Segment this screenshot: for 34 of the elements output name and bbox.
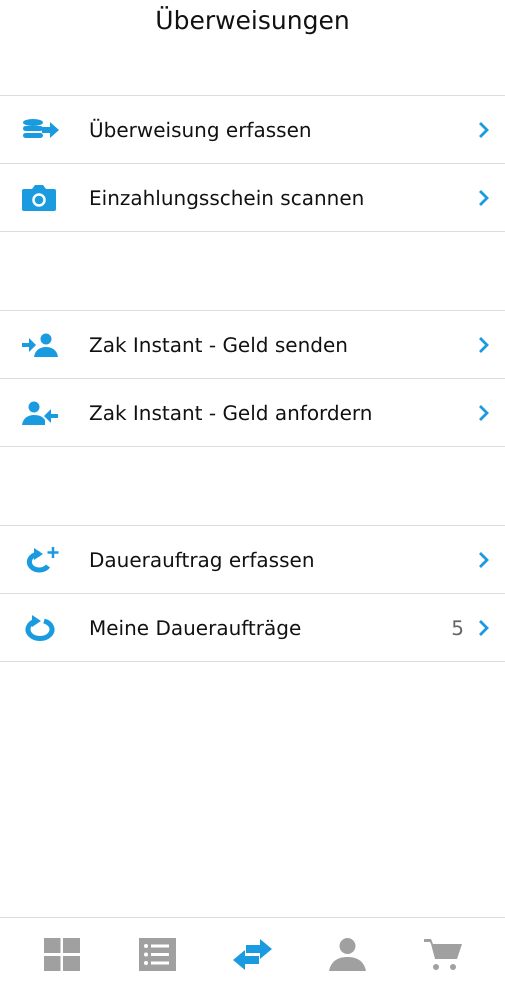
menu-item[interactable]: Dauerauftrag erfassen xyxy=(0,526,505,594)
count: 5 xyxy=(451,616,464,640)
person-arrow-icon xyxy=(22,400,58,424)
menu-item-label: Einzahlungsschein scannen xyxy=(89,186,366,210)
chevron-icon xyxy=(478,120,489,138)
chevron-icon xyxy=(478,188,489,206)
person-icon xyxy=(329,938,366,970)
menu-item-label: Überweisung erfassen xyxy=(89,118,313,142)
menu-item[interactable]: Überweisung erfassen xyxy=(0,96,505,164)
coins-arrow-icon xyxy=(22,118,60,140)
menu-item-label: Zak Instant - Geld senden xyxy=(89,332,349,356)
grid-icon xyxy=(44,938,80,970)
chevron-icon xyxy=(478,550,489,568)
menu-item-label: Meine Daueraufträge xyxy=(89,616,302,640)
chevron-icon xyxy=(478,336,489,354)
list-icon xyxy=(138,938,176,970)
tab[interactable] xyxy=(423,936,464,972)
chevron-icon xyxy=(478,404,489,422)
tab[interactable] xyxy=(137,936,178,972)
menu-item[interactable]: Meine Daueraufträge 5 xyxy=(0,594,505,662)
cart-icon xyxy=(424,938,462,970)
menu-item-label: Dauerauftrag erfassen xyxy=(89,548,316,572)
tab[interactable] xyxy=(42,936,82,972)
menu-item[interactable]: Zak Instant - Geld senden xyxy=(0,311,505,379)
tab[interactable] xyxy=(328,936,368,972)
swap-arrows-icon xyxy=(232,938,272,970)
arrow-person-icon xyxy=(22,332,58,356)
chevron-icon xyxy=(478,618,489,636)
menu-item-label: Zak Instant - Geld anfordern xyxy=(89,400,374,424)
menu-item[interactable]: Zak Instant - Geld anfordern xyxy=(0,379,505,447)
tab[interactable] xyxy=(232,936,272,972)
menu-item[interactable]: Einzahlungsschein scannen xyxy=(0,164,505,232)
camera-icon xyxy=(22,184,56,210)
page-title: Überweisungen xyxy=(154,5,351,37)
